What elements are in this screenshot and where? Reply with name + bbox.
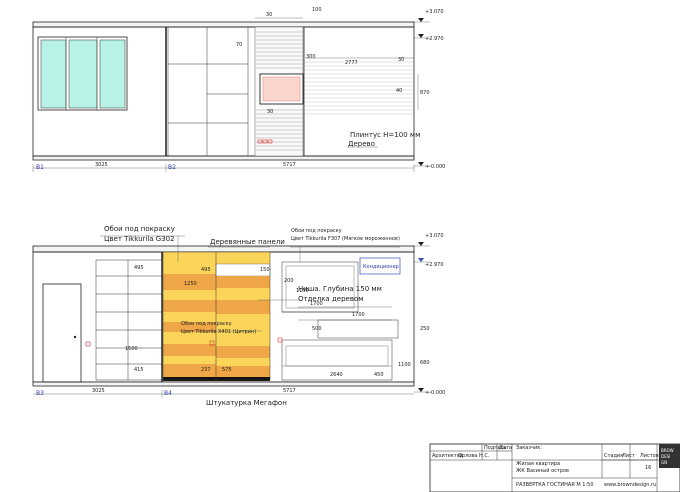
label-wood-panels: Деревянные панели <box>210 238 285 246</box>
level-3070-a: +3.070 <box>425 9 444 15</box>
stamp-hdr-data: Дата <box>499 445 512 451</box>
dim-3025-a: 3025 <box>95 162 108 168</box>
dim-5717-b: 5717 <box>283 388 296 394</box>
level-2970-b: +2.970 <box>425 262 444 268</box>
dim-1100: 1100 <box>398 362 411 368</box>
dim-top-100: 100 <box>312 7 322 13</box>
dim-70: 70 <box>236 42 242 48</box>
drawing-sheet: 30 100 300 2777 30 30 40 870 70 +3.070 +… <box>32 7 680 492</box>
level-0-a: +-0.000 <box>425 164 445 170</box>
dim-40: 40 <box>396 88 402 94</box>
brand-logo: BROW DESI GN <box>659 444 680 468</box>
dim-30a: 30 <box>398 57 404 63</box>
window <box>37 36 128 111</box>
dim-250: 250 <box>420 326 430 332</box>
dim-top-30: 30 <box>266 12 272 18</box>
dim-3025-b: 3025 <box>92 388 105 394</box>
label-wallpaper3-line1: Обои под покраску <box>181 321 232 327</box>
stamp-list: Лист <box>622 453 635 459</box>
elevation-2: 495 495 150 1250 1500 415 237 575 200 11… <box>32 225 445 407</box>
door <box>42 283 82 383</box>
label-wallpaper1-line2: Цвет Tikkurila G302 <box>104 235 175 243</box>
dim-575: 575 <box>222 367 232 373</box>
floor-band <box>32 155 415 161</box>
dim-30b: 30 <box>267 109 273 115</box>
console-cabinet <box>317 319 399 339</box>
dim-450: 450 <box>374 372 384 378</box>
stamp-arch-name: Орлова Н.С. <box>458 453 490 459</box>
axis-b2: B2 <box>168 164 176 171</box>
shelving <box>95 259 163 381</box>
dim-5717-a: 5717 <box>283 162 296 168</box>
ceiling-band <box>32 21 415 28</box>
floor-band-2 <box>32 381 415 387</box>
dim-2777: 2777 <box>345 60 358 66</box>
level-2970-a: +2.970 <box>425 36 444 42</box>
dim-150: 150 <box>260 267 270 273</box>
elevation-1: 30 100 300 2777 30 30 40 870 70 +3.070 +… <box>32 7 445 172</box>
label-niche-line1: Ниша. Глубина 150 мм <box>298 285 382 293</box>
dim-415: 415 <box>134 367 144 373</box>
note-plinth: Плинтус H=100 мм <box>350 131 420 139</box>
label-wallpaper1-line1: Обои под покраску <box>104 225 175 233</box>
axis-b3: B3 <box>36 390 44 397</box>
bottom-caption: Штукатурка Мегафон <box>206 399 287 407</box>
dim-2640: 2640 <box>330 372 343 378</box>
dim-495-b: 495 <box>201 267 211 273</box>
stamp-listov: Листов <box>640 453 659 459</box>
dim-200: 200 <box>284 278 294 284</box>
stamp-sheet-title: РАЗВЕРТКА ГОСТИНАЯ М 1:50 <box>516 482 594 488</box>
stamp-hdr-zakazchik: Заказчик: <box>516 445 542 451</box>
dim-300: 300 <box>306 54 316 60</box>
color-panels <box>162 251 271 381</box>
dim-495-a: 495 <box>134 265 144 271</box>
stamp-website: www.browndesign.ru <box>604 482 656 488</box>
socket-door <box>85 341 91 347</box>
svg-text:BROW: BROW <box>661 448 674 453</box>
label-wallpaper2-line1: Обои под покраску <box>291 228 342 234</box>
label-niche-line2: Отделка деревом <box>298 295 364 303</box>
tv <box>259 73 304 105</box>
socket-sofa <box>277 337 283 343</box>
stamp-object-l1: Жилая квартира <box>516 461 560 467</box>
dim-870: 870 <box>420 90 430 96</box>
dim-1500: 1500 <box>125 346 138 352</box>
dim-1700-b: 1700 <box>352 312 365 318</box>
stamp-object-l2: ЖК Васиный остров <box>516 467 569 474</box>
axis-b1: B1 <box>36 164 44 171</box>
level-0-b: +-0.000 <box>425 390 445 396</box>
label-wallpaper2-line2: Цвет Tikkurila F307 (Мягкое мороженное) <box>291 236 400 242</box>
svg-text:GN: GN <box>661 460 667 465</box>
svg-text:DESI: DESI <box>661 454 670 459</box>
level-3070-b: +3.070 <box>425 233 444 239</box>
stamp-list-no: 16 <box>645 465 651 471</box>
axis-b4: B4 <box>164 390 172 397</box>
stamp-stadia: Стадия <box>604 453 623 459</box>
label-wallpaper3-line2: Цвет Tikkurila X401 (Цитрин) <box>181 329 256 335</box>
dim-680: 680 <box>420 360 430 366</box>
dim-237: 237 <box>201 367 211 373</box>
dim-1250: 1250 <box>184 281 197 287</box>
dim-500: 500 <box>312 326 322 332</box>
label-ac: Кондиционер <box>363 264 399 270</box>
